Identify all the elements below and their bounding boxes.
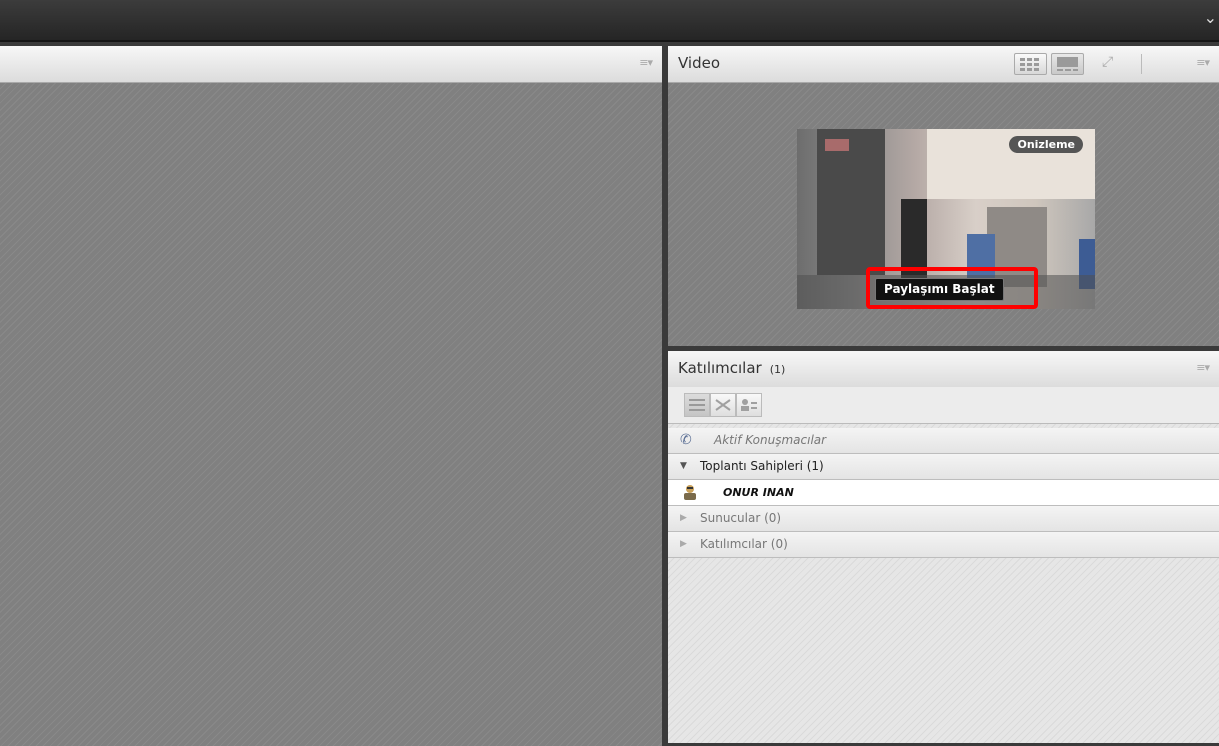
- grid-layout-icon: [1020, 58, 1039, 71]
- list-view-button[interactable]: [684, 393, 710, 417]
- network-view-icon: [715, 399, 731, 411]
- group-label: Toplantı Sahipleri (1): [700, 459, 824, 473]
- network-view-button[interactable]: [710, 393, 736, 417]
- video-pod-header: Video ⤢ ≡▾: [668, 46, 1219, 83]
- start-sharing-button[interactable]: Paylaşımı Başlat: [875, 278, 1004, 301]
- pod-menu-icon[interactable]: ≡▾: [1196, 361, 1210, 374]
- attendee-row[interactable]: ONUR INAN: [668, 480, 1219, 506]
- triangle-right-icon[interactable]: ▶: [680, 506, 687, 531]
- share-pod: ≡▾: [0, 46, 662, 746]
- pod-menu-icon[interactable]: ≡▾: [639, 56, 653, 69]
- chevron-down-icon[interactable]: ⌄: [1204, 8, 1217, 27]
- triangle-down-icon[interactable]: ▼: [680, 454, 687, 479]
- user-detail-view-icon: [741, 399, 757, 411]
- header-divider: [1141, 54, 1142, 74]
- attendees-view-toolbar: [668, 387, 1219, 424]
- attendees-count: (1): [769, 363, 786, 376]
- video-pod-title: Video: [678, 54, 721, 72]
- video-pod: Video ⤢ ≡▾ Onizleme Paylaşımı Başlat: [668, 46, 1219, 346]
- grid-layout-button[interactable]: [1014, 53, 1047, 75]
- group-hosts-row[interactable]: ▼ Toplantı Sahipleri (1): [668, 454, 1219, 480]
- single-layout-button[interactable]: [1051, 53, 1084, 75]
- group-label: Sunucular (0): [700, 511, 782, 525]
- phone-icon: ✆: [680, 432, 692, 448]
- share-pod-header: ≡▾: [0, 46, 662, 83]
- attendees-pod: Katılımcılar (1) ≡▾ ✆ Aktif Konuşmacılar …: [668, 351, 1219, 743]
- group-participants-row[interactable]: ▶ Katılımcılar (0): [668, 532, 1219, 558]
- pod-menu-icon[interactable]: ≡▾: [1196, 56, 1210, 69]
- attendees-pod-header: Katılımcılar (1) ≡▾: [668, 351, 1219, 388]
- top-bar: ⌄: [0, 0, 1219, 42]
- single-layout-icon: [1057, 57, 1078, 71]
- host-user-icon: [684, 485, 696, 500]
- attendee-name: ONUR INAN: [723, 486, 794, 499]
- attendees-pod-title: Katılımcılar (1): [678, 359, 785, 377]
- group-label: Katılımcılar (0): [700, 537, 788, 551]
- active-speakers-row[interactable]: ✆ Aktif Konuşmacılar: [668, 428, 1219, 454]
- active-speakers-label: Aktif Konuşmacılar: [714, 433, 827, 447]
- triangle-right-icon[interactable]: ▶: [680, 532, 687, 557]
- user-detail-view-button[interactable]: [736, 393, 762, 417]
- attendees-title-text: Katılımcılar: [678, 359, 762, 377]
- list-view-icon: [689, 399, 705, 411]
- group-presenters-row[interactable]: ▶ Sunucular (0): [668, 506, 1219, 532]
- attendee-list-empty-area: [668, 556, 1219, 743]
- fullscreen-icon[interactable]: ⤢: [1102, 54, 1113, 70]
- preview-badge: Onizleme: [1009, 136, 1083, 153]
